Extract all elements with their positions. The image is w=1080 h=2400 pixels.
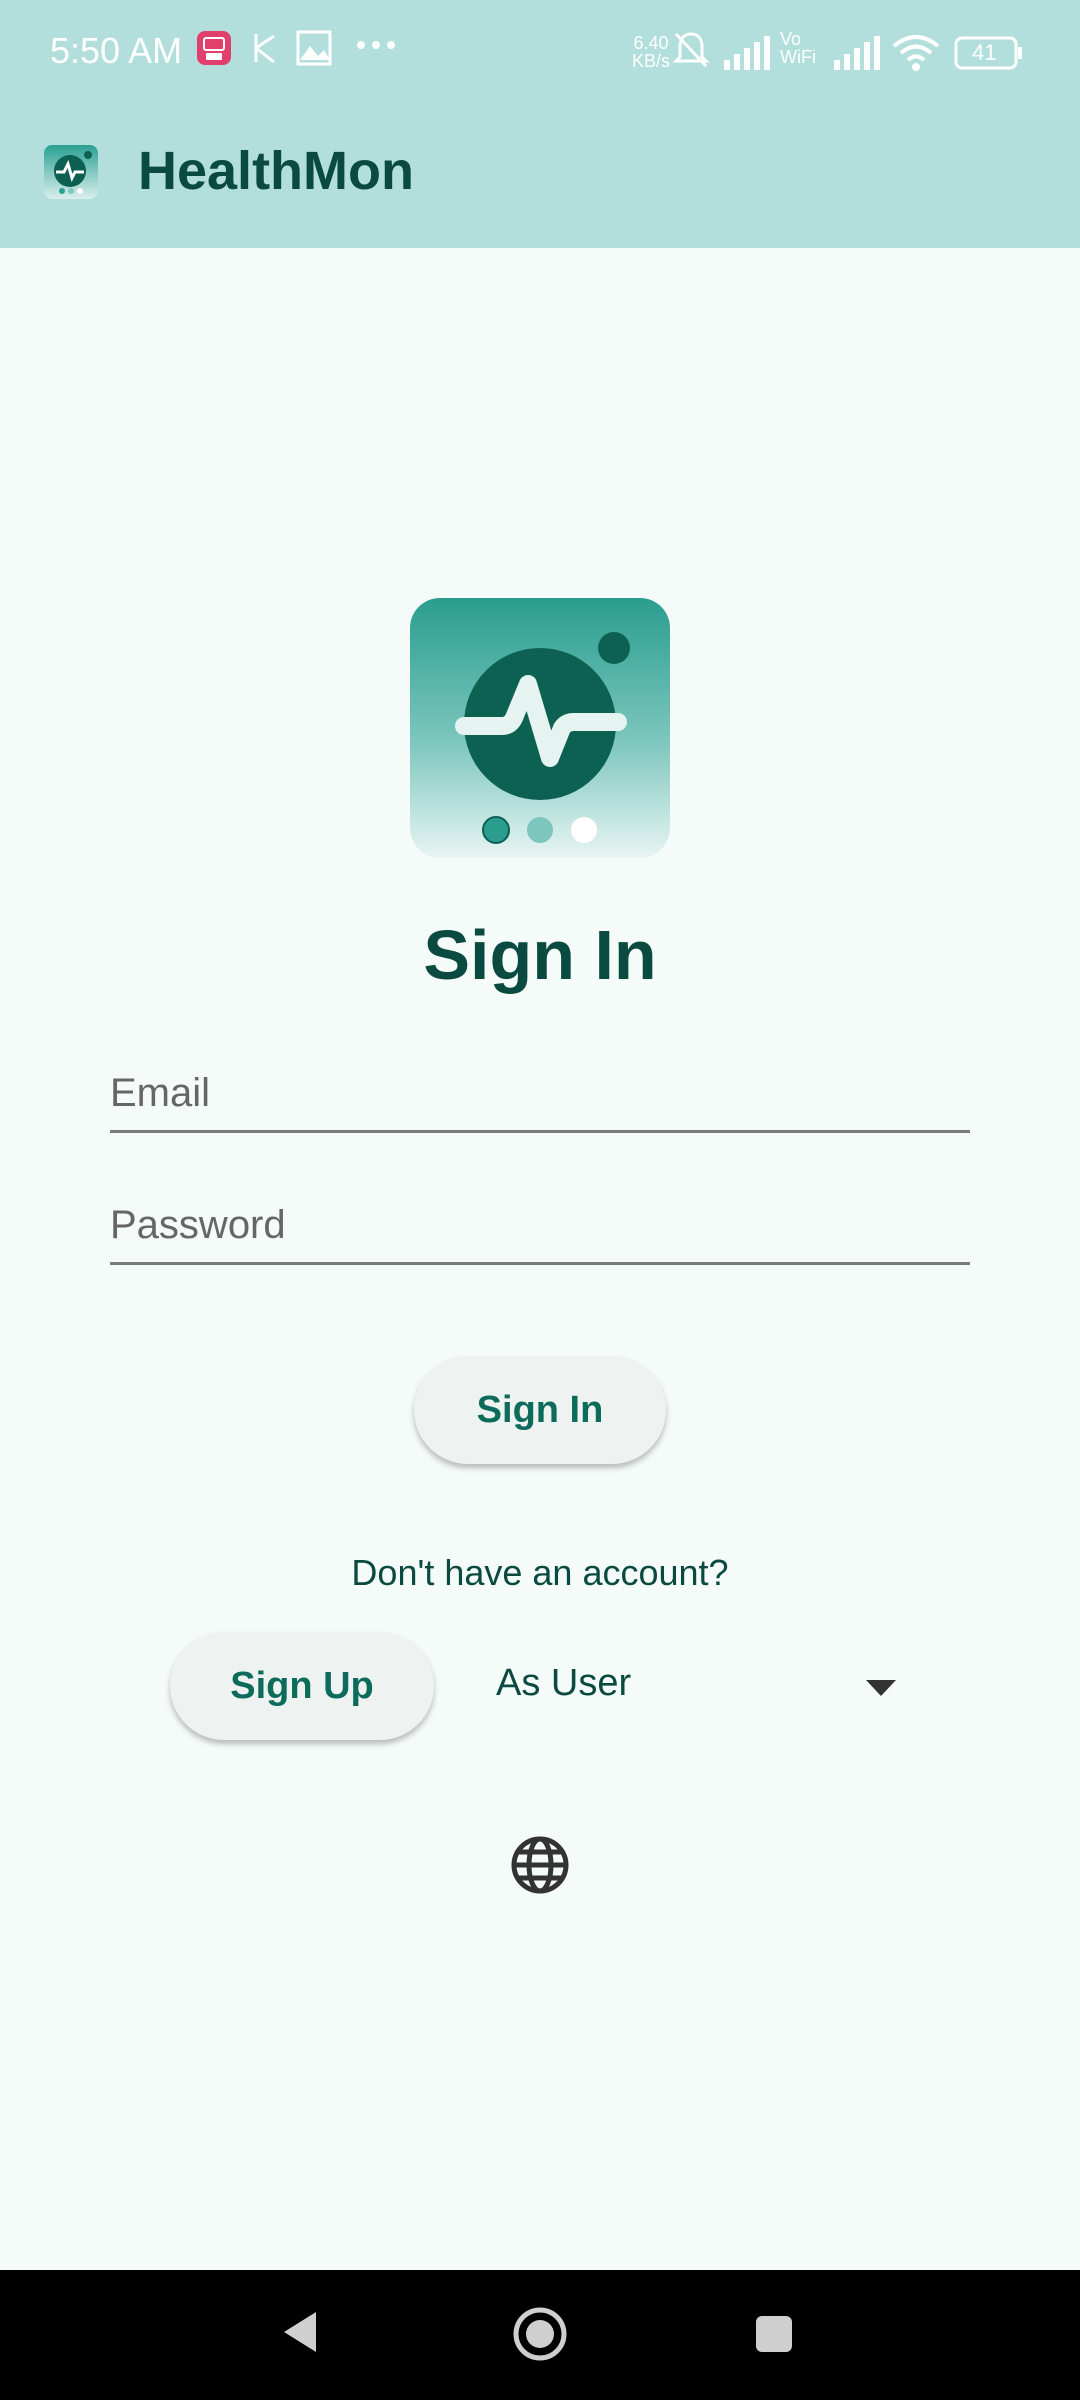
notification-badge-icon	[196, 30, 232, 71]
home-icon[interactable]	[512, 2306, 568, 2367]
dropdown-arrow-icon	[866, 1680, 896, 1701]
net-speed-value: 6.40	[633, 33, 669, 53]
gallery-icon	[296, 30, 332, 71]
bell-off-icon	[672, 30, 710, 75]
sign-up-button[interactable]: Sign Up	[170, 1632, 434, 1740]
page-title: Sign In	[423, 916, 657, 994]
more-dots-icon	[356, 38, 396, 56]
password-field[interactable]	[110, 1174, 970, 1265]
status-time: 5:50 AM	[50, 30, 183, 71]
recents-icon[interactable]	[754, 2314, 794, 2359]
back-icon[interactable]	[280, 2308, 320, 2361]
vowifi-label: Vo WiFi	[780, 29, 816, 67]
system-nav-bar	[0, 2270, 1080, 2400]
email-field[interactable]	[110, 1042, 970, 1133]
role-dropdown[interactable]: As User	[496, 1642, 896, 1730]
net-speed: 6.40 KB/s	[632, 34, 670, 70]
sign-in-button[interactable]: Sign In	[414, 1356, 666, 1464]
wifi-icon	[892, 34, 940, 77]
app-title: HealthMon	[138, 141, 414, 201]
app-logo-icon	[410, 598, 670, 858]
role-dropdown-value: As User	[496, 1662, 632, 1704]
signal-icon	[832, 36, 880, 75]
app-logo-small-icon	[44, 145, 98, 199]
status-bar: 5:50 AM 6.40 KB/s Vo WiFi 41	[0, 0, 1080, 108]
battery-level: 41	[972, 40, 997, 65]
vowifi-top: Vo	[780, 29, 802, 49]
password-input[interactable]	[110, 1203, 970, 1248]
vowifi-bottom: WiFi	[780, 47, 816, 67]
globe-icon[interactable]	[510, 1835, 570, 1895]
no-account-text: Don't have an account?	[351, 1552, 729, 1593]
signal-icon	[722, 36, 770, 75]
link-icon	[250, 30, 280, 71]
email-input[interactable]	[110, 1071, 970, 1116]
net-speed-unit: KB/s	[631, 51, 670, 71]
